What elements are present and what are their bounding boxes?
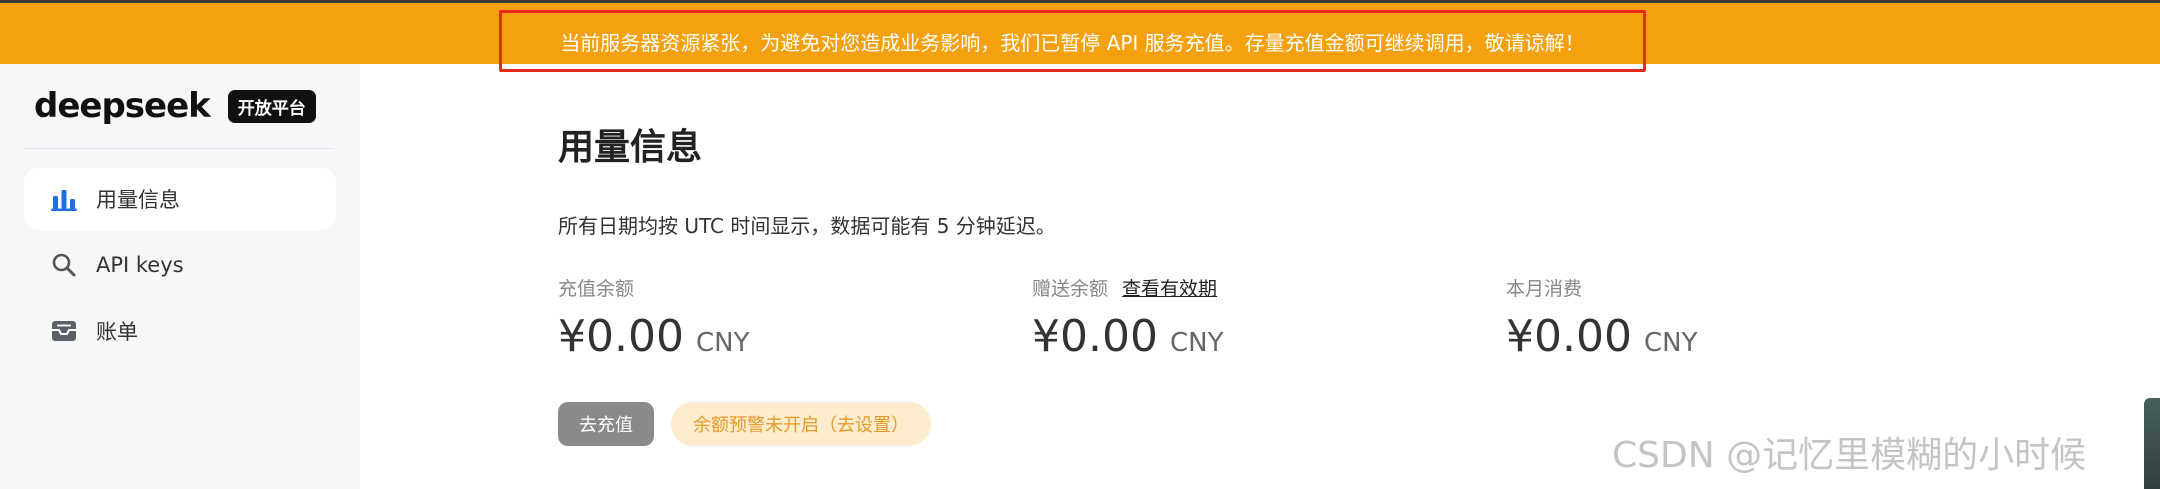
sidebar-item-billing[interactable]: 账单 xyxy=(24,300,336,362)
sidebar-item-usage[interactable]: 用量信息 xyxy=(24,168,336,230)
search-icon xyxy=(50,251,78,279)
sidebar-item-label: 用量信息 xyxy=(96,188,180,212)
balance-alert-setting[interactable]: 余额预警未开启（去设置） xyxy=(671,402,931,446)
stat-unit: CNY xyxy=(1643,328,1698,358)
edge-widget xyxy=(2144,398,2160,489)
recharge-button[interactable]: 去充值 xyxy=(558,402,654,446)
sidebar-item-label: 账单 xyxy=(96,320,138,344)
sidebar-item-label: API keys xyxy=(96,253,184,277)
sidebar-divider xyxy=(24,148,334,149)
stat-label: 充值余额 xyxy=(558,278,635,300)
stat-label: 本月消费 xyxy=(1506,278,1583,300)
page-description: 所有日期均按 UTC 时间显示，数据可能有 5 分钟延迟。 xyxy=(558,214,1056,238)
sidebar: deepseek 开放平台 用量信息 API keys 账单 xyxy=(0,64,360,489)
brand-logo[interactable]: deepseek 开放平台 xyxy=(34,84,316,128)
csdn-watermark: CSDN @记忆里模糊的小时候 xyxy=(1612,435,2087,476)
bar-chart-icon xyxy=(50,185,78,213)
page-title: 用量信息 xyxy=(558,127,703,168)
stat-monthly-spend: 本月消费 ¥0.00 CNY xyxy=(1506,274,1697,362)
view-validity-link[interactable]: 查看有效期 xyxy=(1122,274,1217,301)
stat-unit: CNY xyxy=(695,328,750,358)
brand-badge: 开放平台 xyxy=(227,89,316,123)
mailbox-icon xyxy=(50,317,78,345)
brand-name: deepseek xyxy=(34,86,211,126)
service-notice-banner: 当前服务器资源紧张，为避免对您造成业务影响，我们已暂停 API 服务充值。存量充… xyxy=(0,0,2160,72)
banner-message: 当前服务器资源紧张，为避免对您造成业务影响，我们已暂停 API 服务充值。存量充… xyxy=(499,10,1646,72)
stat-amount: ¥0.00 xyxy=(1032,311,1158,362)
stat-unit: CNY xyxy=(1169,328,1224,358)
stat-gift-balance: 赠送余额 查看有效期 ¥0.00 CNY xyxy=(1032,274,1223,362)
sidebar-item-api-keys[interactable]: API keys xyxy=(24,234,336,296)
stat-amount: ¥0.00 xyxy=(558,311,684,362)
stat-amount: ¥0.00 xyxy=(1506,311,1632,362)
stat-recharge-balance: 充值余额 ¥0.00 CNY xyxy=(558,274,749,362)
stat-label: 赠送余额 xyxy=(1032,278,1109,300)
